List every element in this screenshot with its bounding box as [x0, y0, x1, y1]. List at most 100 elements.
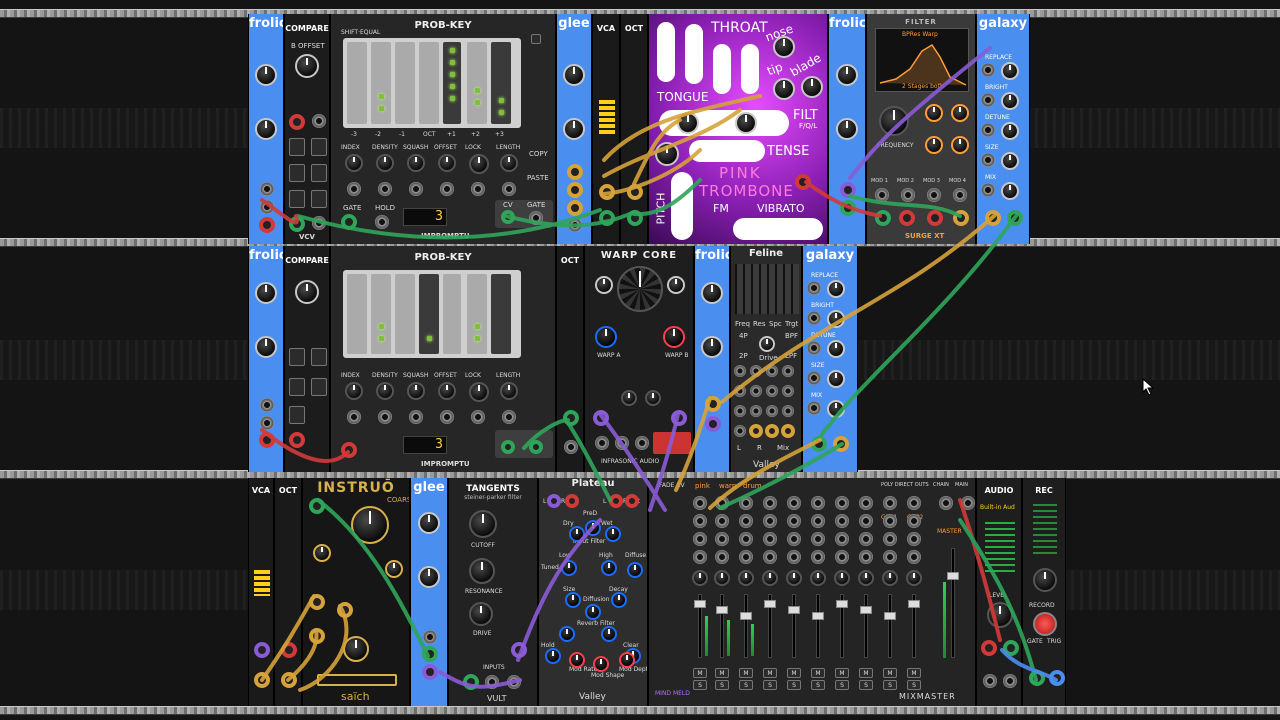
galaxy-cv-jack[interactable]: [807, 281, 821, 295]
left-out-jack[interactable]: [983, 674, 997, 688]
feline-jack[interactable]: [734, 425, 746, 437]
galaxy-knob[interactable]: [1001, 62, 1019, 80]
galaxy-cv-jack[interactable]: [981, 63, 995, 77]
a-cv-plug[interactable]: [593, 410, 609, 426]
param-knob[interactable]: [469, 382, 489, 402]
plateau-knob[interactable]: [605, 526, 621, 542]
hold-jack[interactable]: [375, 215, 389, 229]
surge-filter-module[interactable]: FILTER BPRes Warp 2 Stages both FREQUENC…: [866, 14, 976, 244]
param-jack[interactable]: [347, 182, 361, 196]
pan-knob[interactable]: [786, 570, 802, 586]
out-plug[interactable]: [289, 216, 305, 232]
instruo-saich-module[interactable]: INSTRUŌ COARSE saïch: [302, 478, 410, 706]
plateau-knob[interactable]: [559, 626, 575, 642]
mixer-jack[interactable]: [883, 550, 897, 564]
min-button[interactable]: [311, 138, 327, 156]
plateau-knob[interactable]: [593, 656, 609, 672]
feline-jack[interactable]: [750, 365, 762, 377]
plateau-knob[interactable]: [569, 652, 585, 668]
frolic-module[interactable]: frolic: [828, 14, 866, 244]
param-jack[interactable]: [440, 182, 454, 196]
x-plug[interactable]: [840, 182, 856, 198]
rec-right-plug[interactable]: [1049, 670, 1065, 686]
mix-knob[interactable]: [951, 104, 969, 122]
plateau-knob[interactable]: [561, 560, 577, 576]
x-jack[interactable]: [260, 182, 274, 196]
galaxy-knob[interactable]: [827, 340, 845, 358]
mixer-jack[interactable]: [787, 532, 801, 546]
galaxy-cv-jack[interactable]: [807, 371, 821, 385]
detune-knob[interactable]: [313, 544, 331, 562]
oct-module[interactable]: OCT: [556, 246, 584, 472]
galaxy-cv-jack[interactable]: [981, 153, 995, 167]
tip-knob[interactable]: [773, 78, 795, 100]
track-name-pink[interactable]: pink: [695, 482, 710, 490]
mixer-jack[interactable]: [739, 532, 753, 546]
glee-module[interactable]: glee: [410, 478, 448, 706]
right-out-plug[interactable]: [953, 210, 969, 226]
feline-module[interactable]: Feline Freq Res Spc Trgt 4P BPF 2P Drive…: [730, 246, 802, 472]
max-button[interactable]: [289, 348, 305, 366]
mute-solo-button[interactable]: S: [835, 680, 849, 690]
param-jack[interactable]: [471, 410, 485, 424]
galaxy-knob[interactable]: [1001, 92, 1019, 110]
plateau-knob[interactable]: [569, 526, 585, 542]
rec-module[interactable]: REC RECORD GATE TRIG: [1022, 478, 1066, 706]
mixer-jack[interactable]: [693, 532, 707, 546]
lim2-button[interactable]: [311, 190, 327, 208]
pitch-knob[interactable]: [655, 142, 679, 166]
param-jack[interactable]: [347, 410, 361, 424]
mixer-jack[interactable]: [907, 514, 921, 528]
mixer-jack[interactable]: [715, 514, 729, 528]
mute-solo-button[interactable]: S: [763, 680, 777, 690]
mixer-jack[interactable]: [811, 550, 825, 564]
param-knob[interactable]: [500, 382, 518, 400]
bp-jack[interactable]: [485, 675, 499, 689]
key[interactable]: [419, 274, 439, 354]
galaxy-module[interactable]: galaxy REPLACE BRIGHT DETUNE SIZE MIX: [976, 14, 1030, 244]
param-knob[interactable]: [500, 154, 518, 172]
galaxy-knob[interactable]: [827, 280, 845, 298]
clip-button[interactable]: [289, 378, 305, 396]
mute-solo-button[interactable]: M: [835, 668, 849, 678]
throat-slider2[interactable]: [685, 24, 703, 84]
mixer-jack[interactable]: [693, 514, 707, 528]
in-plug[interactable]: [811, 436, 827, 452]
mixer-jack[interactable]: [883, 496, 897, 510]
mixer-jack[interactable]: [811, 496, 825, 510]
mute-solo-button[interactable]: M: [907, 668, 921, 678]
speed-knob[interactable]: [836, 64, 858, 86]
mixer-jack[interactable]: [835, 550, 849, 564]
plateau-knob[interactable]: [545, 648, 561, 664]
in-plug[interactable]: [563, 410, 579, 426]
filt-knob[interactable]: [677, 112, 699, 134]
x-jack[interactable]: [260, 398, 274, 412]
out-plug[interactable]: [599, 210, 615, 226]
pan-knob[interactable]: [738, 570, 754, 586]
feline-jack[interactable]: [782, 385, 794, 397]
drive-knob[interactable]: [925, 136, 943, 154]
key[interactable]: [443, 42, 461, 124]
master-fader-cap[interactable]: [947, 572, 959, 580]
plateau-io-plug[interactable]: [565, 494, 579, 508]
y-jack[interactable]: [260, 200, 274, 214]
frolic-module[interactable]: frolic: [694, 246, 730, 472]
plateau-io-plug[interactable]: [625, 494, 639, 508]
frequency-knob[interactable]: [879, 106, 909, 136]
out-plug[interactable]: [833, 436, 849, 452]
speed-knob[interactable]: [255, 282, 277, 304]
mute-solo-button[interactable]: M: [811, 668, 825, 678]
channel-fader-cap[interactable]: [884, 612, 896, 620]
galaxy-cv-jack[interactable]: [807, 341, 821, 355]
in-plug[interactable]: [281, 642, 297, 658]
mixer-jack[interactable]: [763, 532, 777, 546]
plateau-io-plug[interactable]: [547, 494, 561, 508]
param-jack[interactable]: [502, 410, 516, 424]
mixer-jack[interactable]: [739, 496, 753, 510]
vibrato-bar[interactable]: [733, 218, 823, 240]
mixer-jack[interactable]: [859, 496, 873, 510]
right-in-plug[interactable]: [1003, 640, 1019, 656]
offset-knob[interactable]: [295, 54, 319, 78]
min-button[interactable]: [311, 348, 327, 366]
hp-jack[interactable]: [507, 675, 521, 689]
